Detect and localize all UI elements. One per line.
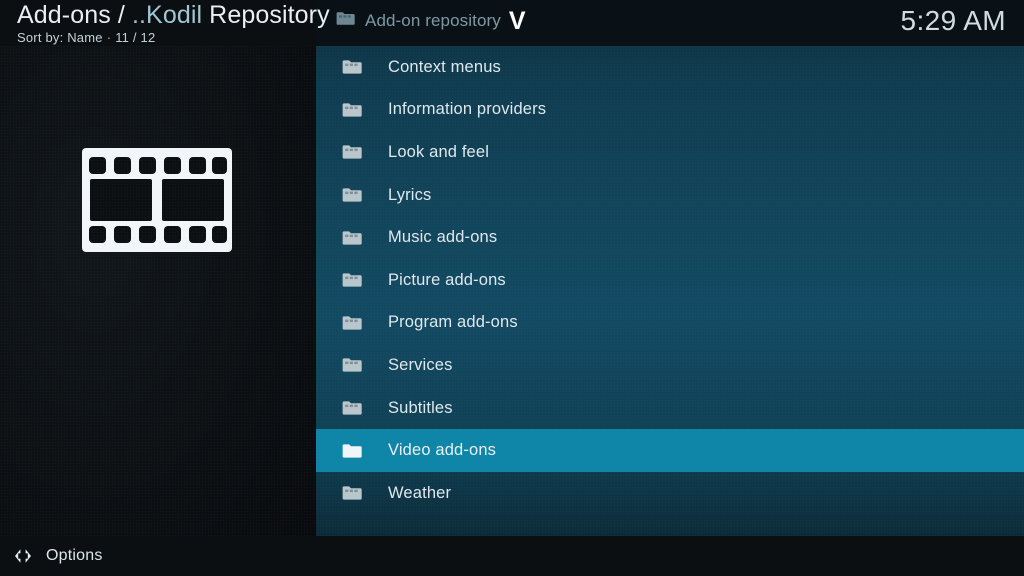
list-item[interactable]: Information providers xyxy=(316,89,1024,132)
folder-icon xyxy=(342,143,362,161)
left-right-arrows-icon xyxy=(12,545,34,567)
header: Add-ons / ..Kodil Repository Sort by: Na… xyxy=(0,0,1024,46)
list-item[interactable]: Look and feel xyxy=(316,131,1024,174)
folder-icon xyxy=(342,314,362,332)
kodi-addon-browser: Add-ons / ..Kodil Repository Sort by: Na… xyxy=(0,0,1024,576)
folder-icon xyxy=(342,399,362,417)
list-item-label: Information providers xyxy=(388,100,547,119)
list-item[interactable]: Music add-ons xyxy=(316,216,1024,259)
sort-status: Sort by: Name · 11 / 12 xyxy=(17,30,330,45)
folder-icon xyxy=(342,356,362,374)
addon-category-list[interactable]: Context menus Information providers Look a… xyxy=(316,46,1024,516)
list-item-label: Weather xyxy=(388,483,452,502)
footer-bar: Options xyxy=(0,536,1024,576)
options-button-label[interactable]: Options xyxy=(46,547,103,565)
list-item[interactable]: Picture add-ons xyxy=(316,259,1024,302)
list-item[interactable]: Weather xyxy=(316,472,1024,515)
list-item-label: Look and feel xyxy=(388,142,490,161)
folder-icon xyxy=(342,229,362,247)
folder-icon xyxy=(342,271,362,289)
breadcrumb[interactable]: Add-on repository V xyxy=(336,9,526,34)
list-item-label: Subtitles xyxy=(388,398,453,417)
breadcrumb-label: Add-on repository xyxy=(365,11,501,30)
page-title-prefix: Add-ons / xyxy=(17,1,132,29)
preview-panel xyxy=(0,0,316,576)
page-title-folder: ..Kodil xyxy=(131,1,203,29)
item-counter: 11 / 12 xyxy=(115,30,156,45)
list-item[interactable]: Program add-ons xyxy=(316,302,1024,345)
folder-icon xyxy=(342,58,362,76)
film-strip-icon xyxy=(82,148,232,252)
list-item-label: Context menus xyxy=(388,57,501,76)
list-item-label: Services xyxy=(388,355,453,374)
list-item-label: Lyrics xyxy=(388,185,432,204)
list-item-label: Music add-ons xyxy=(388,228,498,247)
folder-icon xyxy=(342,101,362,119)
list-item[interactable]: Services xyxy=(316,344,1024,387)
list-item-label: Program add-ons xyxy=(388,313,518,332)
page-title-suffix: Repository xyxy=(202,1,330,29)
folder-icon xyxy=(342,186,362,204)
clock: 5:29 AM xyxy=(900,5,1006,36)
page-title-block: Add-ons / ..Kodil Repository Sort by: Na… xyxy=(17,2,330,46)
sort-label: Sort by: Name xyxy=(17,30,103,45)
chevron-down-icon[interactable]: V xyxy=(509,9,526,34)
list-item[interactable]: Context menus xyxy=(316,46,1024,89)
folder-icon xyxy=(342,484,362,502)
list-item-label: Picture add-ons xyxy=(388,270,506,289)
folder-icon xyxy=(342,442,362,460)
list-item[interactable]: Lyrics xyxy=(316,174,1024,217)
folder-icon xyxy=(336,11,355,31)
list-item-label: Video add-ons xyxy=(388,441,497,460)
list-item[interactable]: Subtitles xyxy=(316,387,1024,430)
sort-separator: · xyxy=(106,30,112,45)
page-title: Add-ons / ..Kodil Repository xyxy=(17,2,330,29)
list-item[interactable]: Video add-ons xyxy=(316,429,1024,472)
